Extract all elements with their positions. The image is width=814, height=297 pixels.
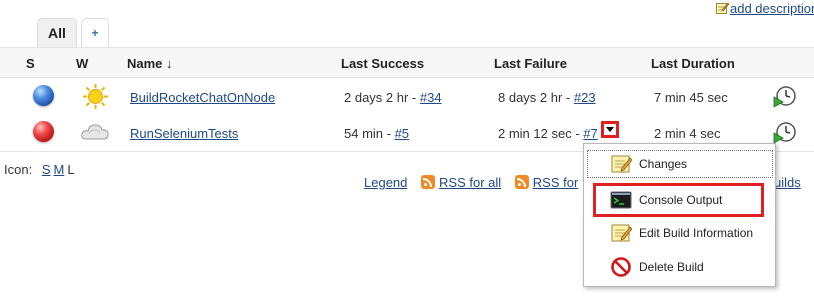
icon-size-medium[interactable]: M bbox=[53, 162, 64, 177]
add-description-link[interactable]: add description bbox=[716, 1, 814, 16]
schedule-build-icon[interactable] bbox=[773, 85, 797, 109]
add-description-text[interactable]: add description bbox=[730, 1, 814, 16]
rss-builds-link[interactable]: uilds bbox=[774, 175, 801, 190]
last-failure-cell: 2 min 12 sec - #7 bbox=[498, 126, 598, 141]
menu-item-label: Edit Build Information bbox=[639, 226, 754, 240]
column-header-name[interactable]: Name ↓ bbox=[127, 56, 173, 71]
add-view-tab[interactable]: + bbox=[81, 18, 109, 47]
last-failure-build-link[interactable]: #7 bbox=[583, 126, 597, 141]
sort-arrow-icon: ↓ bbox=[166, 56, 173, 71]
notepad-icon bbox=[611, 224, 632, 242]
last-failure-build-link[interactable]: #23 bbox=[574, 90, 596, 105]
terminal-icon bbox=[610, 191, 632, 209]
edit-pencil-icon bbox=[716, 2, 729, 14]
table-header: S W Name ↓ Last Success Last Failure Las… bbox=[0, 47, 814, 78]
last-duration-value: 7 min 45 sec bbox=[654, 90, 728, 105]
menu-item-label: Console Output bbox=[639, 193, 723, 207]
last-success-cell: 2 days 2 hr - #34 bbox=[344, 90, 442, 105]
schedule-build-icon[interactable] bbox=[773, 121, 797, 145]
last-success-time: 54 min - bbox=[344, 126, 395, 141]
menu-item-label: Delete Build bbox=[639, 260, 704, 274]
tab-all[interactable]: All bbox=[37, 18, 77, 47]
icon-size-label: Icon: bbox=[4, 162, 33, 177]
last-success-time: 2 days 2 hr - bbox=[344, 90, 420, 105]
menu-item-console-output[interactable]: Console Output bbox=[593, 183, 764, 217]
column-header-last-success[interactable]: Last Success bbox=[341, 56, 424, 71]
weather-sunny-icon bbox=[83, 84, 108, 109]
job-link[interactable]: RunSeleniumTests bbox=[130, 126, 238, 141]
menu-item-edit-build-information[interactable]: Edit Build Information bbox=[584, 218, 775, 248]
job-link[interactable]: BuildRocketChatOnNode bbox=[130, 90, 275, 105]
column-header-name-label: Name bbox=[127, 56, 163, 71]
status-success-ball-icon bbox=[33, 85, 54, 106]
no-entry-icon bbox=[611, 257, 631, 277]
last-success-build-link[interactable]: #5 bbox=[395, 126, 409, 141]
rss-failures-link[interactable]: RSS for bbox=[533, 175, 579, 190]
last-failure-time: 2 min 12 sec - bbox=[498, 126, 584, 141]
rss-icon bbox=[514, 175, 529, 189]
status-failed-ball-icon bbox=[33, 121, 54, 142]
last-success-cell: 54 min - #5 bbox=[344, 126, 409, 141]
notepad-icon bbox=[611, 155, 632, 173]
last-success-build-link[interactable]: #34 bbox=[420, 90, 442, 105]
table-row: BuildRocketChatOnNode 2 days 2 hr - #34 … bbox=[0, 80, 814, 115]
legend-links: Legend RSS for all RSS for bbox=[364, 175, 578, 190]
last-duration-value: 2 min 4 sec bbox=[654, 126, 721, 141]
legend-link[interactable]: Legend bbox=[364, 175, 407, 190]
icon-size-small[interactable]: S bbox=[42, 162, 51, 177]
last-failure-time: 8 days 2 hr - bbox=[498, 90, 574, 105]
build-context-menu: Changes Console Output Edit Build Inform… bbox=[583, 143, 776, 287]
icon-size-large: L bbox=[67, 162, 75, 177]
column-header-last-failure[interactable]: Last Failure bbox=[494, 56, 567, 71]
rss-all-link[interactable]: RSS for all bbox=[439, 175, 501, 190]
build-menu-dropdown-button[interactable] bbox=[601, 121, 619, 138]
icon-size-selector: Icon: SML bbox=[4, 162, 75, 177]
weather-cloudy-icon bbox=[81, 124, 109, 140]
menu-item-label: Changes bbox=[639, 157, 688, 171]
rss-icon bbox=[421, 175, 436, 189]
column-header-weather[interactable]: W bbox=[76, 56, 88, 71]
menu-item-delete-build[interactable]: Delete Build bbox=[584, 252, 775, 282]
column-header-last-duration[interactable]: Last Duration bbox=[651, 56, 735, 71]
menu-item-changes[interactable]: Changes bbox=[587, 150, 773, 178]
last-failure-cell: 8 days 2 hr - #23 bbox=[498, 90, 596, 105]
chevron-down-icon bbox=[606, 127, 614, 132]
column-header-status[interactable]: S bbox=[26, 56, 35, 71]
